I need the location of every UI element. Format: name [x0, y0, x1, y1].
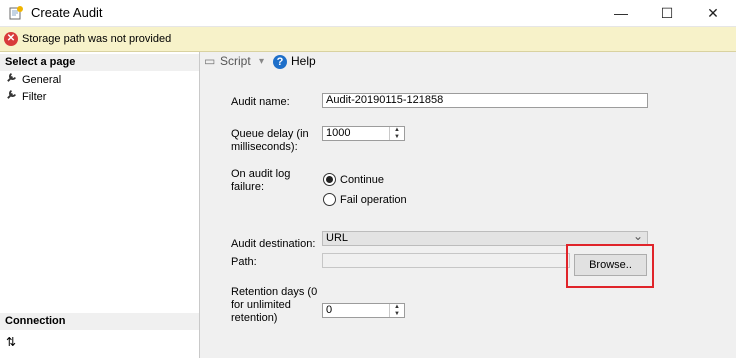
wrench-icon [6, 89, 18, 103]
right-pane: ▭ Script ▾ ? Help Audit name: Audit-2019… [200, 52, 736, 358]
maximize-button[interactable]: ☐ [644, 0, 690, 26]
on-failure-label-line-2: failure: [231, 181, 265, 193]
help-icon[interactable]: ? [273, 55, 287, 69]
retention-label-line-2: for unlimited [231, 299, 291, 311]
queue-delay-label: Queue delay (in milliseconds): [231, 128, 309, 154]
script-button[interactable]: Script [220, 54, 251, 68]
spin-buttons[interactable]: ▲ ▼ [389, 304, 404, 317]
connection-header: Connection [0, 313, 199, 330]
wrench-icon [6, 72, 18, 86]
queue-delay-value: 1000 [326, 127, 351, 139]
sidebar-item-filter[interactable]: Filter [6, 89, 46, 103]
script-icon: ▭ [204, 54, 216, 68]
path-input[interactable] [322, 253, 570, 268]
spin-buttons[interactable]: ▲ ▼ [389, 127, 404, 140]
retention-label: Retention days (0 for unlimited retentio… [231, 286, 317, 325]
window-title: Create Audit [31, 5, 103, 20]
minimize-button[interactable]: — [598, 0, 644, 26]
sidebar-item-label: Filter [22, 91, 47, 103]
error-bar: ✕ Storage path was not provided [0, 27, 736, 52]
fail-operation-label: Fail operation [340, 194, 407, 206]
select-page-header: Select a page [0, 54, 199, 71]
chevron-down-icon[interactable]: ⌄ [633, 230, 643, 243]
spin-down-icon[interactable]: ▼ [390, 311, 404, 318]
continue-label: Continue [340, 174, 385, 186]
script-dropdown-icon[interactable]: ▾ [259, 56, 264, 67]
close-button[interactable]: ✕ [690, 0, 736, 26]
left-pane: Select a page General Filter Connection … [0, 52, 200, 358]
audit-name-label: Audit name: [231, 96, 290, 108]
spin-down-icon[interactable]: ▼ [390, 134, 404, 141]
continue-radio[interactable] [323, 173, 336, 186]
queue-delay-label-line-1: Queue delay (in [231, 128, 309, 140]
on-failure-label-line-1: On audit log [231, 168, 291, 180]
browse-button[interactable]: Browse.. [574, 254, 647, 276]
queue-delay-stepper[interactable]: 1000 ▲ ▼ [322, 126, 405, 141]
audit-destination-value: URL [326, 232, 349, 244]
retention-label-line-3: retention) [231, 312, 278, 324]
queue-delay-label-line-2: milliseconds): [231, 141, 298, 153]
title-bar: Create Audit — ☐ ✕ [0, 0, 736, 27]
help-button[interactable]: Help [291, 54, 316, 68]
audit-app-icon [9, 6, 23, 20]
error-message: Storage path was not provided [22, 33, 172, 45]
error-icon: ✕ [4, 32, 18, 46]
retention-label-line-1: Retention days (0 [231, 286, 318, 298]
connection-icon[interactable]: ⇅ [6, 335, 16, 349]
audit-destination-label: Audit destination: [231, 238, 316, 250]
retention-days-stepper[interactable]: 0 ▲ ▼ [322, 303, 405, 318]
sidebar-item-general[interactable]: General [6, 72, 61, 86]
fail-operation-radio[interactable] [323, 193, 336, 206]
audit-name-input[interactable]: Audit-20190115-121858 [322, 93, 648, 108]
path-label: Path: [231, 256, 257, 268]
toolbar: ▭ Script ▾ ? Help [200, 52, 736, 72]
on-failure-label: On audit log failure: [231, 168, 290, 194]
sidebar-item-label: General [22, 74, 62, 86]
retention-days-value: 0 [326, 304, 333, 316]
